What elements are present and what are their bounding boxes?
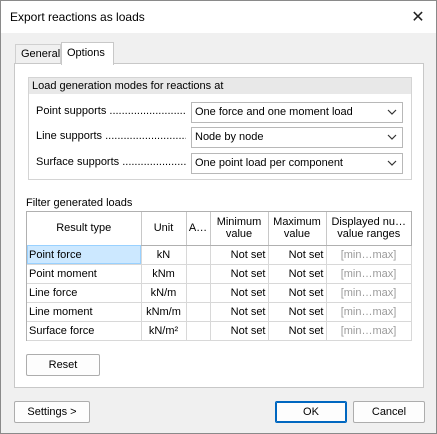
chevron-down-icon [387, 130, 397, 151]
cell-min[interactable]: Not set [210, 321, 269, 341]
cell-max[interactable]: Not set [268, 302, 327, 322]
settings-button[interactable]: Settings > [14, 401, 90, 423]
cell-max[interactable]: Not set [268, 264, 327, 284]
col-displayed-ranges[interactable]: Displayed nu… value ranges [326, 212, 411, 246]
load-modes-group: Load generation modes for reactions at P… [28, 77, 412, 180]
col-maximum-value[interactable]: Maximum value [268, 212, 327, 246]
cell-range[interactable]: [min…max] [326, 245, 412, 265]
col-minimum-value[interactable]: Minimum value [210, 212, 269, 246]
cell-range[interactable]: [min…max] [326, 302, 412, 322]
cell-type[interactable]: Line moment [27, 302, 142, 322]
col-a[interactable]: A… [186, 212, 211, 246]
cell-range[interactable]: [min…max] [326, 321, 412, 341]
ok-button[interactable]: OK [275, 401, 347, 423]
options-panel: Load generation modes for reactions at P… [14, 63, 424, 388]
cell-range[interactable]: [min…max] [326, 264, 412, 284]
cell-min[interactable]: Not set [210, 302, 269, 322]
tab-general[interactable]: General [15, 44, 61, 64]
surface-supports-value: One point load per component [195, 157, 343, 169]
table-row[interactable]: Point force kN Not set Not set [min…max] [27, 245, 412, 265]
export-reactions-dialog: Export reactions as loads ✕ General Opti… [0, 0, 437, 434]
table-row[interactable]: Line force kN/m Not set Not set [min…max… [27, 283, 412, 303]
cell-a[interactable] [186, 245, 211, 265]
cell-range[interactable]: [min…max] [326, 283, 412, 303]
cancel-button[interactable]: Cancel [353, 401, 425, 423]
cell-type[interactable]: Surface force [27, 321, 142, 341]
table-row[interactable]: Point moment kNm Not set Not set [min…ma… [27, 264, 412, 284]
point-supports-label: Point supports .........................… [36, 105, 186, 117]
reset-button[interactable]: Reset [26, 354, 100, 376]
cell-max[interactable]: Not set [268, 283, 327, 303]
cell-a[interactable] [186, 302, 211, 322]
window-title: Export reactions as loads [10, 10, 145, 24]
surface-supports-label: Surface supports .......................… [36, 156, 186, 168]
table-row[interactable]: Surface force kN/m² Not set Not set [min… [27, 321, 412, 341]
filter-table: Result type Unit A… Minimum value Maximum… [26, 211, 412, 341]
cell-a[interactable] [186, 264, 211, 284]
cell-type[interactable]: Point force [27, 245, 142, 265]
cell-a[interactable] [186, 283, 211, 303]
cell-min[interactable]: Not set [210, 245, 269, 265]
load-modes-header: Load generation modes for reactions at [29, 78, 411, 94]
surface-supports-select[interactable]: One point load per component [191, 153, 403, 174]
cell-unit: kNm [141, 264, 187, 284]
table-header-row: Result type Unit A… Minimum value Maximum… [27, 212, 411, 246]
table-row[interactable]: Line moment kNm/m Not set Not set [min…m… [27, 302, 412, 322]
point-supports-select[interactable]: One force and one moment load [191, 102, 403, 123]
chevron-down-icon [387, 105, 397, 126]
chevron-down-icon [387, 156, 397, 177]
cell-min[interactable]: Not set [210, 264, 269, 284]
tab-general-label: General [21, 48, 61, 60]
cell-unit: kNm/m [141, 302, 187, 322]
cell-unit: kN [141, 245, 187, 265]
tab-options-label: Options [67, 47, 105, 59]
line-supports-select[interactable]: Node by node [191, 127, 403, 148]
cell-min[interactable]: Not set [210, 283, 269, 303]
cell-type[interactable]: Point moment [27, 264, 142, 284]
col-result-type[interactable]: Result type [27, 212, 142, 246]
line-supports-value: Node by node [195, 131, 264, 143]
close-icon[interactable]: ✕ [408, 7, 428, 27]
cell-unit: kN/m² [141, 321, 187, 341]
cell-a[interactable] [186, 321, 211, 341]
tab-options[interactable]: Options [61, 42, 114, 65]
col-unit[interactable]: Unit [141, 212, 187, 246]
filter-label: Filter generated loads [26, 197, 133, 209]
title-bar: Export reactions as loads ✕ [1, 1, 436, 33]
cell-unit: kN/m [141, 283, 187, 303]
cell-max[interactable]: Not set [268, 245, 327, 265]
line-supports-label: Line supports ..........................… [36, 130, 186, 142]
point-supports-value: One force and one moment load [195, 106, 353, 118]
cell-type[interactable]: Line force [27, 283, 142, 303]
cell-max[interactable]: Not set [268, 321, 327, 341]
